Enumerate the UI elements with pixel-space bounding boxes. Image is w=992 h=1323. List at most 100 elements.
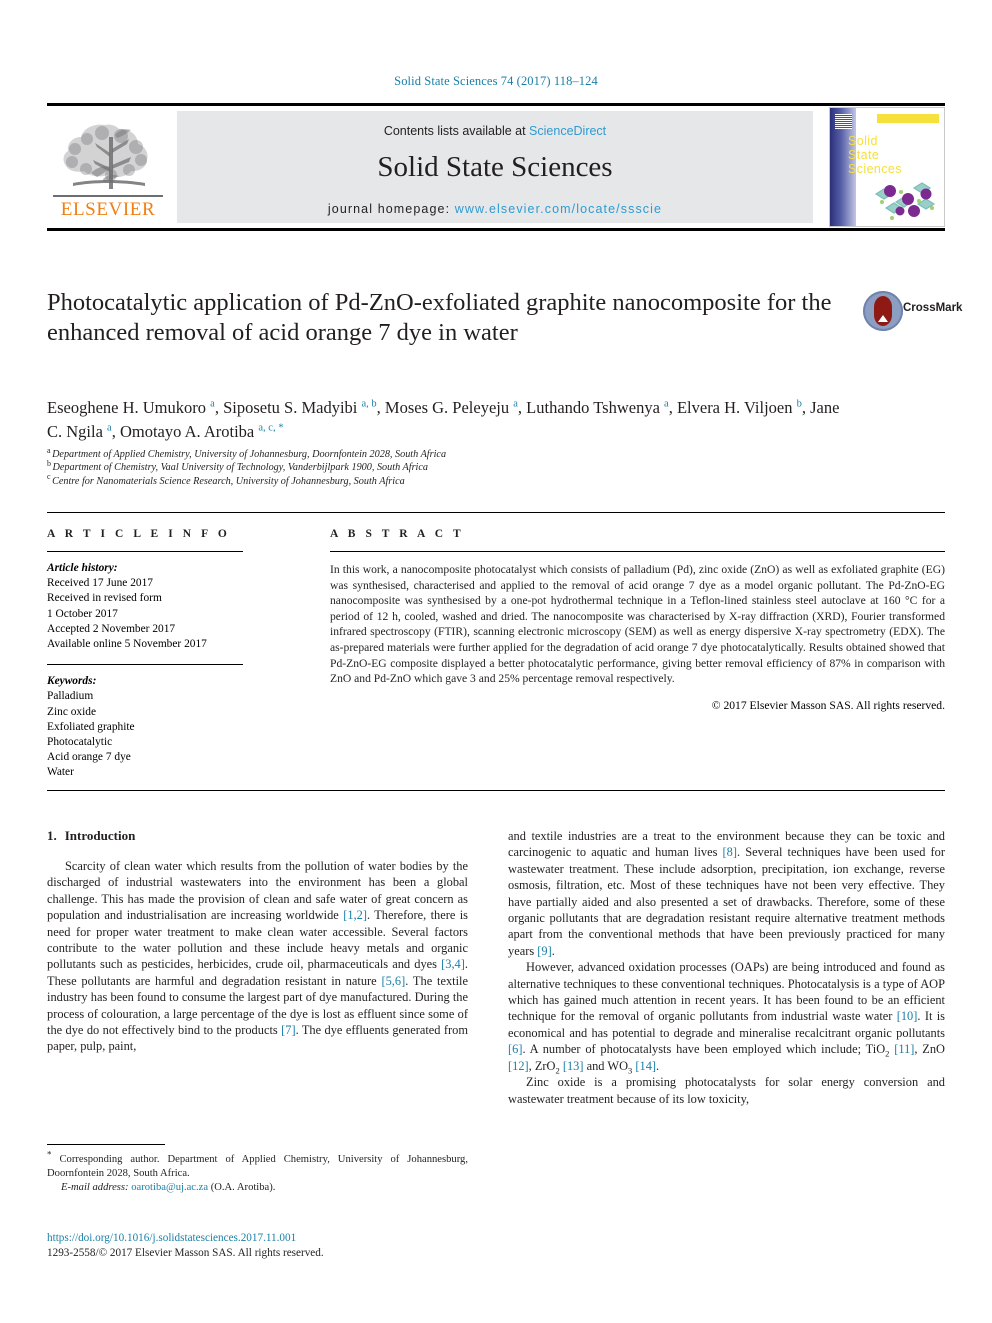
article-history-item: 1 October 2017: [47, 607, 118, 620]
email-link[interactable]: oarotiba@uj.ac.za: [131, 1182, 208, 1193]
affiliation-marker: a: [664, 398, 669, 410]
info-band-top-rule: [47, 512, 945, 513]
info-band-bottom-rule: [47, 790, 945, 791]
affiliation-mark: c: [47, 472, 51, 482]
affiliation-mark: a: [47, 445, 51, 455]
journal-title: Solid State Sciences: [377, 151, 613, 183]
contents-available-line: Contents lists available at ScienceDirec…: [177, 124, 813, 138]
cover-elsevier-mark-icon: [835, 114, 852, 129]
article-info-heading: A R T I C L E I N F O: [47, 528, 231, 540]
article-history-item: Available online 5 November 2017: [47, 638, 207, 651]
affiliation-list: a Department of Applied Chemistry, Univer…: [47, 445, 747, 488]
citation-link[interactable]: [6]: [508, 1042, 522, 1056]
keywords-label: Keywords:: [47, 675, 97, 688]
cover-title-line-1: Solid: [848, 134, 878, 148]
author-list: Eseoghene H. Umukoro a, Siposetu S. Mady…: [47, 398, 840, 441]
email-owner: (O.A. Arotiba).: [210, 1181, 276, 1193]
running-head: Solid State Sciences 74 (2017) 118–124: [394, 74, 598, 88]
keyword-item: Exfoliated graphite: [47, 720, 135, 733]
article-history-label: Article history:: [47, 562, 118, 574]
citation-link[interactable]: [10]: [897, 1009, 918, 1023]
affiliation-marker: a: [210, 398, 215, 410]
abstract-column: A B S T R A C T In this work, a nanocomp…: [330, 528, 945, 712]
body-right-column: and textile industries are a treat to th…: [508, 828, 945, 1107]
keyword-item: Acid orange 7 dye: [47, 751, 131, 764]
affiliation-marker: b: [796, 398, 802, 410]
masthead-top-rule: [47, 103, 945, 106]
citation-link[interactable]: [13]: [563, 1059, 584, 1073]
journal-homepage-line: journal homepage: www.elsevier.com/locat…: [177, 202, 813, 216]
paragraph: Zinc oxide is a promising photocatalysts…: [508, 1075, 945, 1106]
keyword-item: Palladium: [47, 690, 94, 703]
homepage-label: journal homepage:: [327, 202, 455, 216]
article-history-item: Received 17 June 2017: [47, 577, 153, 590]
corresponding-author-text: Corresponding author. Department of Appl…: [47, 1154, 468, 1179]
footnote-rule: [47, 1144, 165, 1145]
affiliation-item: c Centre for Nanomaterials Science Resear…: [47, 472, 747, 488]
citation-link[interactable]: [14]: [635, 1059, 656, 1073]
chemical-subscript: 2: [885, 1048, 890, 1059]
keyword-item: Zinc oxide: [47, 705, 97, 718]
section-number: 1.: [47, 828, 57, 843]
affiliation-item: b Department of Chemistry, Vaal Universit…: [47, 459, 747, 474]
corresponding-author-note: * Corresponding author. Department of Ap…: [47, 1150, 468, 1181]
journal-cover-thumbnail[interactable]: Solid State Sciences: [829, 107, 945, 227]
keywords-divider: [47, 664, 243, 666]
affiliation-mark: b: [47, 459, 51, 469]
affiliation-marker: a, b: [361, 398, 377, 410]
sciencedirect-link[interactable]: ScienceDirect: [529, 124, 606, 138]
crossmark-arrow-icon: [878, 315, 888, 322]
paragraph: and textile industries are a treat to th…: [508, 829, 945, 958]
footnote-star-marker: *: [47, 1149, 52, 1160]
email-label: E-mail address:: [61, 1181, 129, 1193]
abstract-divider: [330, 551, 945, 552]
paragraph: Scarcity of clean water which results fr…: [47, 859, 468, 1054]
abstract-copyright: © 2017 Elsevier Masson SAS. All rights r…: [711, 698, 945, 712]
doi-link[interactable]: https://doi.org/10.1016/j.solidstatescie…: [47, 1231, 517, 1246]
elsevier-logo-baseline: [53, 195, 163, 197]
affiliation-marker: a: [107, 422, 112, 434]
page-title: Photocatalytic application of Pd-ZnO-exf…: [47, 289, 832, 346]
keyword-item: Photocatalytic: [47, 736, 113, 749]
elsevier-wordmark: ELSEVIER: [60, 199, 156, 220]
cover-title-line-2: State: [848, 148, 880, 162]
body-left-column: 1. Introduction Scarcity of clean water w…: [47, 828, 468, 1055]
affiliation-text: Department of Chemistry, Vaal University…: [52, 462, 429, 474]
imprint-block: https://doi.org/10.1016/j.solidstatescie…: [47, 1231, 517, 1260]
journal-masthead: ELSEVIER Contents lists available at Sci…: [47, 103, 945, 231]
affiliation-text: Centre for Nanomaterials Science Researc…: [52, 475, 405, 487]
homepage-url-link[interactable]: www.elsevier.com/locate/ssscie: [455, 202, 662, 216]
masthead-bottom-rule: [47, 228, 945, 231]
footnote-block: * Corresponding author. Department of Ap…: [47, 1144, 468, 1194]
elsevier-logo: ELSEVIER: [49, 111, 167, 223]
article-info-divider: [47, 551, 243, 552]
contents-banner: Contents lists available at ScienceDirec…: [177, 111, 813, 223]
crossmark-badge[interactable]: CrossMark: [863, 291, 962, 335]
journal-article-first-page: Solid State Sciences 74 (2017) 118–124 E…: [0, 0, 992, 1323]
section-title: Introduction: [64, 828, 136, 843]
affiliation-text: Department of Applied Chemistry, Univers…: [52, 449, 447, 460]
contents-label: Contents lists available at: [383, 124, 530, 138]
affiliation-marker: a: [513, 398, 518, 410]
cover-title: Solid State Sciences: [848, 134, 902, 176]
citation-link[interactable]: [1,2]: [343, 908, 367, 922]
article-history-item: Received in revised form: [47, 592, 162, 605]
citation-link[interactable]: [12]: [508, 1059, 529, 1073]
citation-link[interactable]: [3,4]: [441, 957, 465, 971]
keyword-item: Water: [47, 766, 74, 779]
abstract-body: In this work, a nanocomposite photocatal…: [330, 563, 945, 686]
citation-link[interactable]: [11]: [894, 1042, 914, 1056]
elsevier-tree-icon: [63, 124, 148, 189]
section-heading-introduction: 1. Introduction: [47, 828, 468, 844]
citation-link[interactable]: [7]: [281, 1023, 295, 1037]
citation-link[interactable]: [9]: [537, 944, 551, 958]
cover-top-band: [877, 114, 939, 123]
affiliation-marker-corresponding: a, c, *: [258, 422, 284, 434]
citation-link[interactable]: [5,6]: [381, 974, 405, 988]
citation-link[interactable]: [8]: [723, 845, 737, 859]
affiliation-item: a Department of Applied Chemistry, Univer…: [47, 445, 747, 461]
crossmark-label: CrossMark: [903, 302, 963, 314]
paragraph: However, advanced oxidation processes (O…: [508, 960, 945, 1076]
cover-molecule-graphic: [874, 182, 936, 220]
abstract-heading: A B S T R A C T: [330, 528, 465, 540]
